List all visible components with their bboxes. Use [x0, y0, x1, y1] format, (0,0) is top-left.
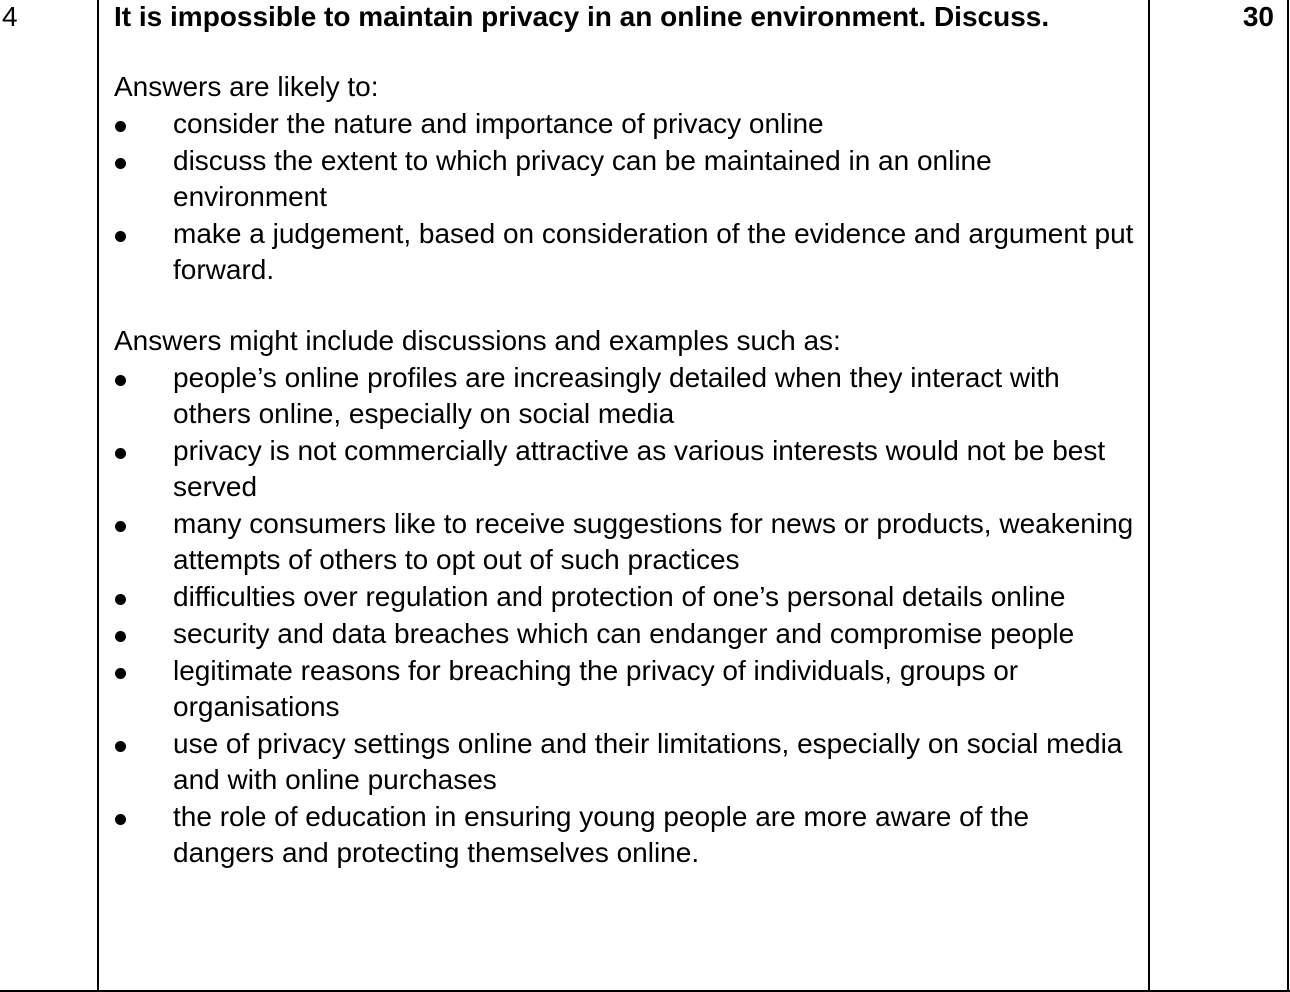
bullet-icon — [115, 668, 126, 679]
list-item: discuss the extent to which privacy can … — [114, 143, 1138, 215]
table-right-border — [1287, 0, 1289, 992]
bullet-icon — [115, 231, 126, 242]
include-list: people’s online profiles are increasingl… — [114, 360, 1138, 871]
list-item: use of privacy settings online and their… — [114, 726, 1138, 798]
bullet-icon — [115, 158, 126, 169]
list-item-text: difficulties over regulation and protect… — [173, 581, 1066, 612]
bullet-icon — [115, 594, 126, 605]
question-number: 4 — [2, 1, 18, 32]
list-item-text: make a judgement, based on consideration… — [173, 218, 1134, 285]
list-item: consider the nature and importance of pr… — [114, 106, 1138, 142]
list-item: make a judgement, based on consideration… — [114, 216, 1138, 288]
list-item: the role of education in ensuring young … — [114, 799, 1138, 871]
column-divider-left — [97, 0, 99, 992]
likely-list: consider the nature and importance of pr… — [114, 106, 1138, 288]
list-item-text: discuss the extent to which privacy can … — [173, 145, 992, 212]
list-item: privacy is not commercially attractive a… — [114, 433, 1138, 505]
list-item: difficulties over regulation and protect… — [114, 579, 1138, 615]
answer-guidance: It is impossible to maintain privacy in … — [114, 0, 1138, 872]
list-item-text: many consumers like to receive suggestio… — [173, 508, 1134, 575]
list-item-text: the role of education in ensuring young … — [173, 801, 1030, 868]
list-item: many consumers like to receive suggestio… — [114, 506, 1138, 578]
list-item-text: legitimate reasons for breaching the pri… — [173, 655, 1019, 722]
include-intro: Answers might include discussions and ex… — [114, 325, 841, 356]
bullet-icon — [115, 375, 126, 386]
list-item: people’s online profiles are increasingl… — [114, 360, 1138, 432]
bullet-icon — [115, 814, 126, 825]
list-item-text: privacy is not commercially attractive a… — [173, 435, 1106, 502]
marks-value: 30 — [1242, 1, 1274, 32]
likely-intro: Answers are likely to: — [114, 71, 379, 102]
bullet-icon — [115, 448, 126, 459]
question-text: It is impossible to maintain privacy in … — [114, 1, 1050, 32]
list-item-text: people’s online profiles are increasingl… — [173, 362, 1060, 429]
bullet-icon — [115, 631, 126, 642]
bullet-icon — [115, 521, 126, 532]
list-item-text: consider the nature and importance of pr… — [173, 108, 824, 139]
list-item: legitimate reasons for breaching the pri… — [114, 653, 1138, 725]
column-divider-right — [1148, 0, 1150, 992]
bullet-icon — [115, 121, 126, 132]
list-item: security and data breaches which can end… — [114, 616, 1138, 652]
mark-scheme-table: 4 It is impossible to maintain privacy i… — [0, 0, 1290, 992]
bullet-icon — [115, 741, 126, 752]
list-item-text: security and data breaches which can end… — [173, 618, 1075, 649]
list-item-text: use of privacy settings online and their… — [173, 728, 1123, 795]
